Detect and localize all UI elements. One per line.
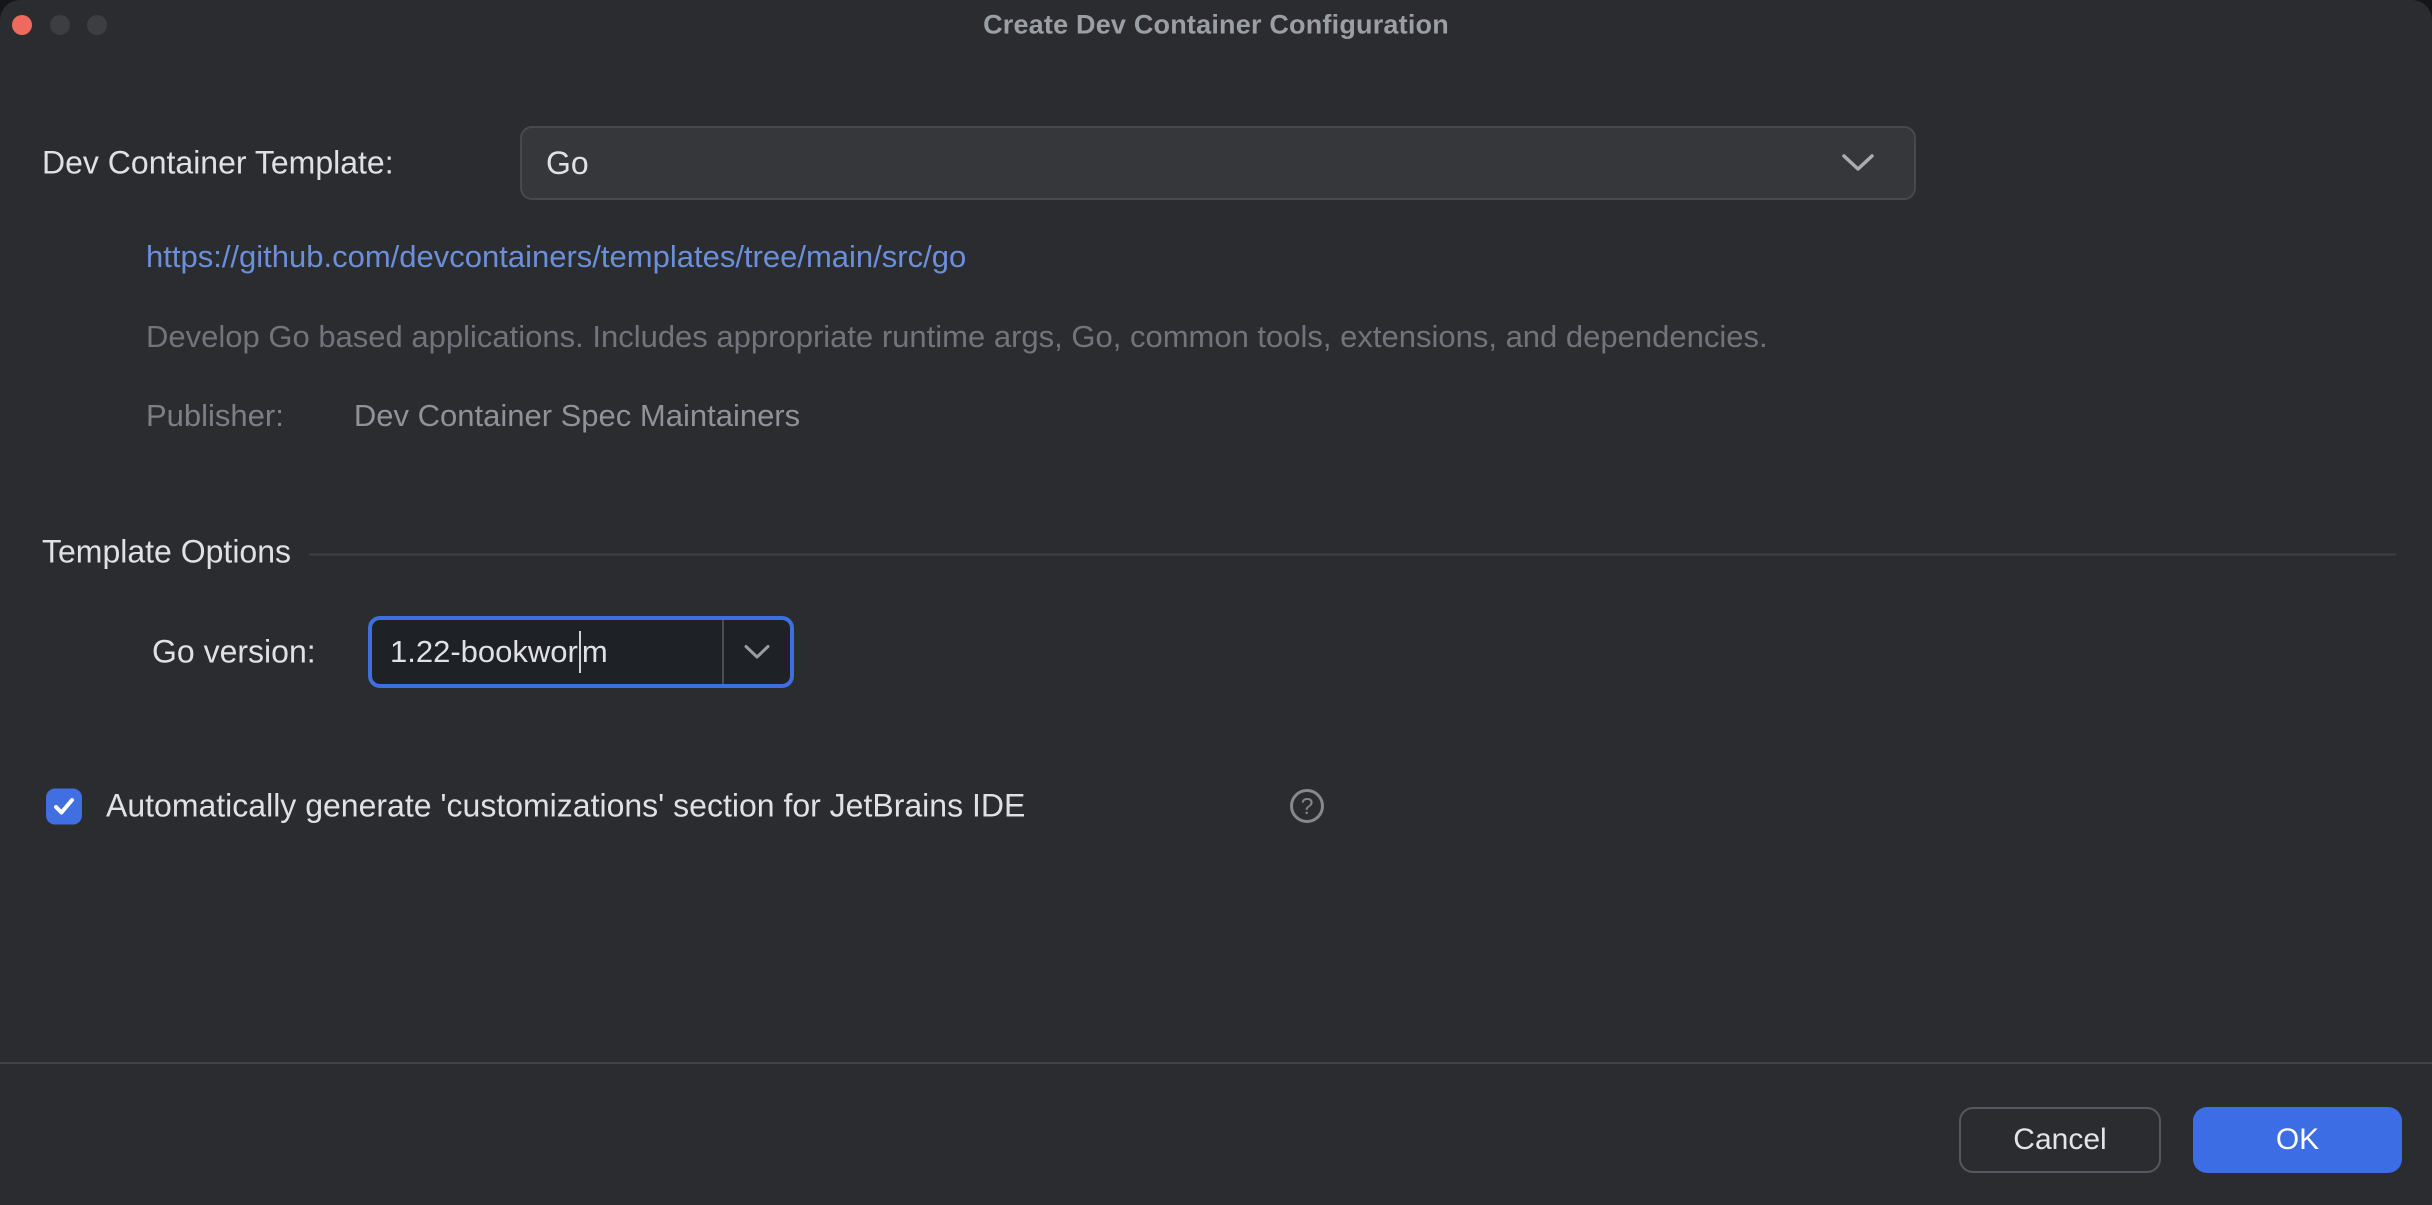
template-description: Develop Go based applications. Includes … — [146, 319, 1768, 355]
title-bar: Create Dev Container Configuration — [0, 0, 2432, 52]
customizations-checkbox-label[interactable]: Automatically generate 'customizations' … — [106, 788, 1025, 825]
chevron-down-icon — [743, 644, 771, 660]
publisher-value: Dev Container Spec Maintainers — [354, 398, 800, 434]
go-version-dropdown-button[interactable] — [724, 620, 790, 684]
text-caret — [579, 631, 581, 673]
window-title: Create Dev Container Configuration — [0, 10, 2432, 41]
go-version-text-after-caret: m — [582, 634, 608, 670]
chevron-down-icon — [1840, 153, 1876, 173]
template-dropdown-value: Go — [546, 145, 589, 182]
template-field-label: Dev Container Template: — [42, 145, 394, 182]
help-icon[interactable]: ? — [1290, 789, 1324, 823]
go-version-input[interactable]: 1.22-bookwor m — [372, 620, 722, 684]
section-title: Template Options — [42, 534, 291, 571]
publisher-row: Publisher: Dev Container Spec Maintainer… — [146, 398, 800, 434]
go-version-label: Go version: — [152, 634, 316, 671]
customizations-checkbox-row: Automatically generate 'customizations' … — [46, 788, 1025, 825]
section-divider — [309, 553, 2396, 555]
go-version-combobox[interactable]: 1.22-bookwor m — [368, 616, 794, 688]
publisher-label: Publisher: — [146, 398, 284, 434]
ok-button[interactable]: OK — [2193, 1107, 2402, 1173]
footer-divider — [0, 1062, 2432, 1064]
cancel-button[interactable]: Cancel — [1959, 1107, 2161, 1173]
template-options-section: Template Options — [42, 534, 2396, 571]
dialog-create-dev-container: Create Dev Container Configuration Dev C… — [0, 0, 2432, 1205]
template-source-link[interactable]: https://github.com/devcontainers/templat… — [146, 239, 966, 275]
go-version-text-before-caret: 1.22-bookwor — [390, 634, 578, 670]
customizations-checkbox[interactable] — [46, 788, 82, 824]
checkmark-icon — [50, 792, 78, 820]
template-dropdown[interactable]: Go — [520, 126, 1916, 200]
